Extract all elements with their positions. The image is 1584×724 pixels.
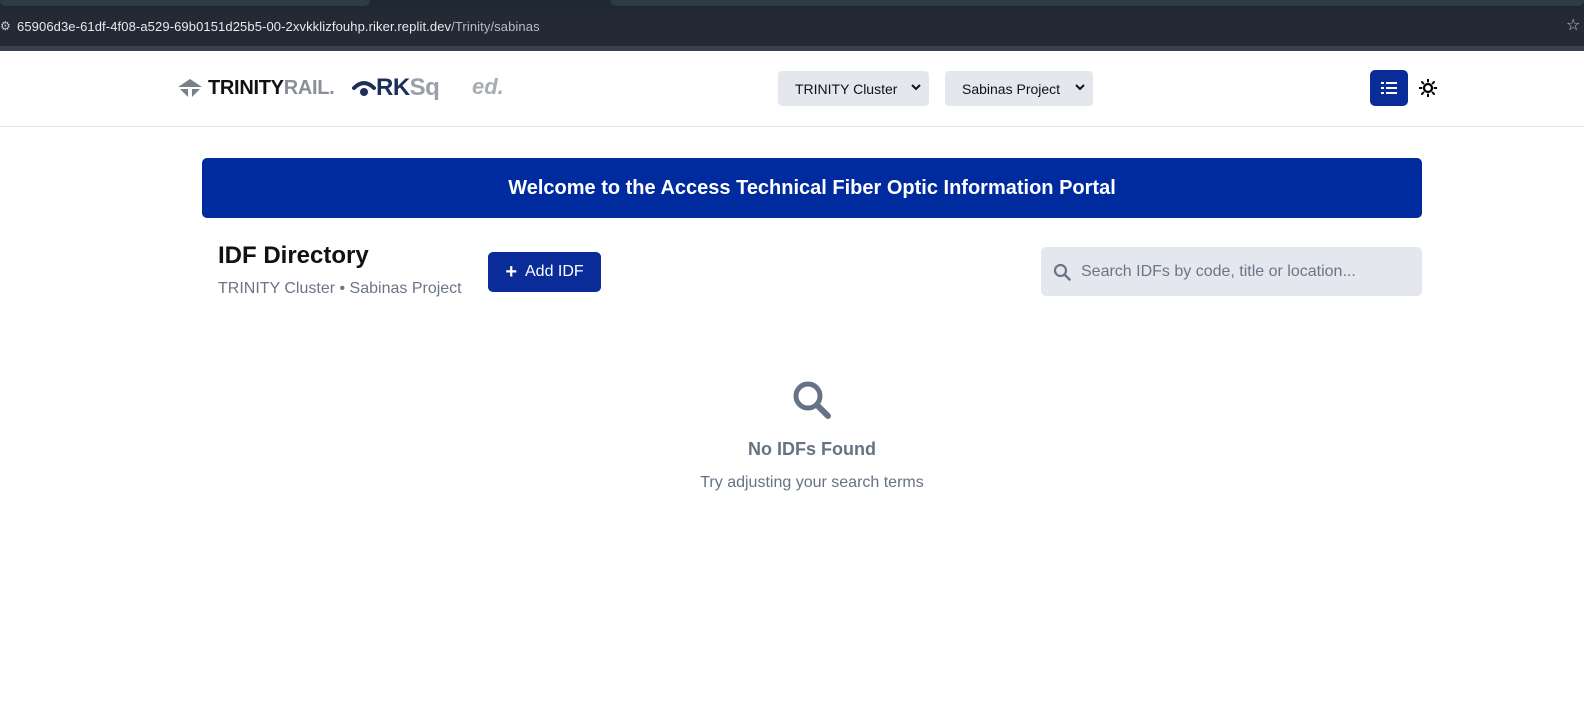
list-view-button[interactable] (1370, 70, 1408, 106)
browser-address-bar[interactable]: ⚙ 65906d3e-61df-4f08-a529-69b0151d25b5-0… (0, 8, 1584, 46)
page-title: IDF Directory (218, 242, 369, 269)
empty-state-message: Try adjusting your search terms (700, 474, 924, 491)
empty-state-title: No IDFs Found (748, 439, 876, 459)
search-box[interactable] (1041, 247, 1422, 296)
trinity-logo-mark-icon (178, 77, 202, 99)
rksq-logo: RK Sq (352, 74, 440, 102)
sun-icon (1419, 79, 1437, 97)
rksq-rk-text: RK (376, 74, 410, 101)
add-idf-button-label: Add IDF (525, 263, 584, 280)
site-info-icon[interactable]: ⚙ (0, 19, 11, 33)
ed-logo: ed. (472, 74, 504, 99)
browser-tab[interactable] (0, 0, 370, 6)
browser-tab[interactable] (610, 0, 1584, 6)
search-icon (793, 381, 831, 419)
search-icon (1053, 263, 1071, 281)
chevron-down-icon (911, 84, 921, 91)
rksq-signal-icon (352, 81, 376, 96)
url-path: /Trinity/sabinas (451, 19, 540, 34)
welcome-banner: Welcome to the Access Technical Fiber Op… (202, 158, 1422, 218)
trinity-rail-wordmark: TRINITYRAIL. (208, 76, 335, 99)
bookmark-star-icon[interactable]: ☆ (1566, 17, 1584, 35)
page-subtitle: TRINITY Cluster • Sabinas Project (218, 280, 462, 297)
add-idf-button[interactable]: + Add IDF (488, 252, 601, 292)
search-input[interactable] (1081, 247, 1411, 296)
rksq-sq-text: Sq (409, 74, 440, 101)
cluster-select[interactable]: TRINITY Cluster (778, 71, 929, 106)
project-select-value: Sabinas Project (962, 80, 1061, 97)
url-host: 65906d3e-61df-4f08-a529-69b0151d25b5-00-… (17, 19, 452, 34)
url-text[interactable]: 65906d3e-61df-4f08-a529-69b0151d25b5-00-… (17, 19, 540, 34)
welcome-banner-text: Welcome to the Access Technical Fiber Op… (508, 176, 1116, 199)
plus-icon: + (505, 261, 517, 283)
theme-toggle-button[interactable] (1418, 78, 1438, 98)
cluster-select-value: TRINITY Cluster (795, 80, 898, 97)
list-icon (1381, 82, 1397, 94)
chevron-down-icon (1075, 84, 1085, 91)
trinity-rail-logo: TRINITYRAIL. (178, 76, 335, 100)
browser-tab-strip (0, 0, 1584, 8)
project-select[interactable]: Sabinas Project (945, 71, 1093, 106)
